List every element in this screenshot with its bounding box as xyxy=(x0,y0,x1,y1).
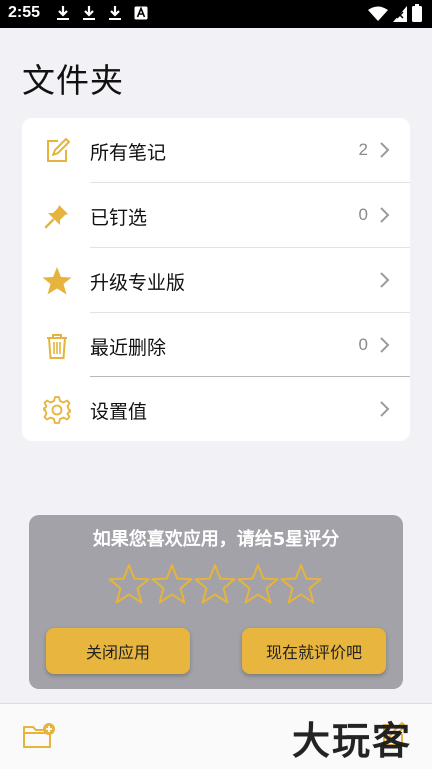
bottom-toolbar: 大玩客 xyxy=(0,703,432,769)
page-title: 文件夹 xyxy=(22,61,124,100)
chevron-right-icon xyxy=(378,140,392,160)
download-icon xyxy=(82,5,96,21)
rating-star-1-icon[interactable] xyxy=(108,563,150,605)
rating-star-3-icon[interactable] xyxy=(194,563,236,605)
download-icon xyxy=(56,5,70,21)
folder-count: 0 xyxy=(358,335,368,354)
chevron-right-icon xyxy=(378,399,392,419)
star-icon xyxy=(42,266,72,296)
chevron-right-icon xyxy=(378,270,392,290)
folder-label: 设置值 xyxy=(90,401,148,423)
folder-label: 已钉选 xyxy=(90,207,148,229)
download-icon xyxy=(108,5,122,21)
status-time: 2:55 xyxy=(8,4,41,21)
rate-now-button[interactable]: 现在就评价吧 xyxy=(242,628,386,674)
no-sim-icon xyxy=(393,6,407,22)
folder-label: 升级专业版 xyxy=(90,272,186,294)
folder-label: 最近删除 xyxy=(90,337,167,359)
watermark: 大玩客 xyxy=(292,719,413,763)
text-a-icon xyxy=(134,5,148,21)
rating-prompt-card: 如果您喜欢应用，请给5星评分 关闭应用 现在就评价吧 xyxy=(29,515,403,689)
chevron-right-icon xyxy=(378,335,392,355)
trash-icon xyxy=(42,331,72,361)
rating-prompt-text: 如果您喜欢应用，请给5星评分 xyxy=(92,529,340,550)
folder-item-settings[interactable]: 设置值 xyxy=(22,377,410,441)
rating-star-2-icon[interactable] xyxy=(151,563,193,605)
folder-count: 2 xyxy=(358,140,368,159)
folder-label: 所有笔记 xyxy=(90,142,167,164)
wifi-icon xyxy=(368,6,388,21)
folder-list: 所有笔记 2 已钉选 0 升级专业版 最近删除 0 设置值 xyxy=(22,118,410,441)
folder-item-all-notes[interactable]: 所有笔记 2 xyxy=(22,118,410,182)
rating-star-4-icon[interactable] xyxy=(237,563,279,605)
close-app-button[interactable]: 关闭应用 xyxy=(46,628,190,674)
gear-icon xyxy=(42,395,72,425)
edit-note-icon xyxy=(42,136,72,166)
folder-item-recently-deleted[interactable]: 最近删除 0 xyxy=(22,313,410,377)
folder-count: 0 xyxy=(358,205,368,224)
folder-item-upgrade-pro[interactable]: 升级专业版 xyxy=(22,248,410,312)
battery-icon xyxy=(412,4,422,22)
folder-item-pinned[interactable]: 已钉选 0 xyxy=(22,183,410,247)
rating-star-5-icon[interactable] xyxy=(280,563,322,605)
chevron-right-icon xyxy=(378,205,392,225)
star-rating xyxy=(108,563,324,607)
pin-icon xyxy=(42,201,72,231)
new-folder-icon[interactable] xyxy=(22,722,56,750)
status-bar: 2:55 xyxy=(0,0,432,28)
